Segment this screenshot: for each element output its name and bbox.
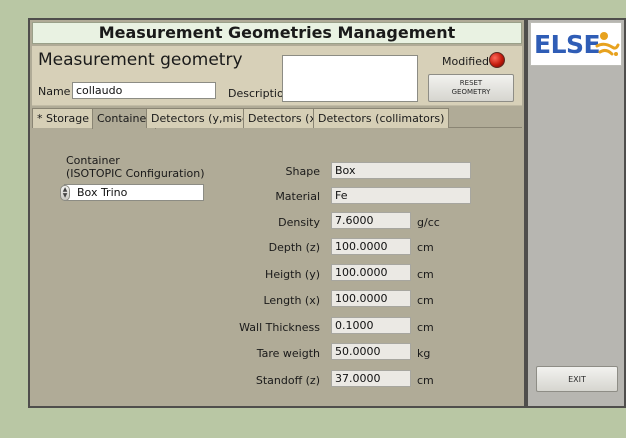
section-title: Measurement geometry [38,50,243,70]
modified-indicator-icon [489,52,505,68]
length-field: 100.0000 [331,290,411,307]
reset-button-line1: RESET [459,79,483,87]
name-input[interactable]: collaudo [72,82,216,99]
else-logo: ELSE [534,30,601,59]
container-label-line1: Container [66,154,120,167]
depth-unit: cm [417,241,434,254]
side-panel [528,20,624,406]
tare-weight-label: Tare weigth [256,347,320,360]
tab-detectors-collimators[interactable]: Detectors (collimators) [313,108,450,128]
tare-weight-field: 50.0000 [331,343,411,360]
reset-button-line2: GEOMETRY [451,88,491,96]
container-label-line2: (ISOTOPIC Configuration) [66,167,205,180]
name-label: Name [38,85,71,98]
length-unit: cm [417,294,434,307]
material-field: Fe [331,187,471,204]
description-input[interactable] [282,55,418,102]
window-title: Measurement Geometries Management [32,22,522,44]
height-label: Heigth (y) [265,268,320,281]
standoff-label: Standoff (z) [255,374,320,387]
wall-thickness-unit: cm [417,321,434,334]
material-label: Material [275,190,320,203]
exit-button[interactable]: EXIT [536,366,618,392]
shape-field: Box [331,162,471,179]
height-unit: cm [417,268,434,281]
reset-geometry-button[interactable]: RESET GEOMETRY [428,74,514,102]
container-select[interactable]: Box Trino [64,184,204,201]
density-field: 7.6000 [331,212,411,229]
standoff-field: 37.0000 [331,370,411,387]
standoff-unit: cm [417,374,434,387]
else-logo-icon [595,32,620,56]
container-stepper-icon-front[interactable]: ▲ ▼ [60,185,70,201]
depth-label: Depth (z) [268,241,320,254]
density-label: Density [278,216,320,229]
wall-thickness-field: 0.1000 [331,317,411,334]
height-field: 100.0000 [331,264,411,281]
length-label: Length (x) [263,294,320,307]
wall-thickness-label: Wall Thickness [239,321,320,334]
tare-weight-unit: kg [417,347,431,360]
shape-label: Shape [285,165,320,178]
modified-label: Modified [442,55,489,68]
density-unit: g/cc [417,216,440,229]
depth-field: 100.0000 [331,238,411,255]
